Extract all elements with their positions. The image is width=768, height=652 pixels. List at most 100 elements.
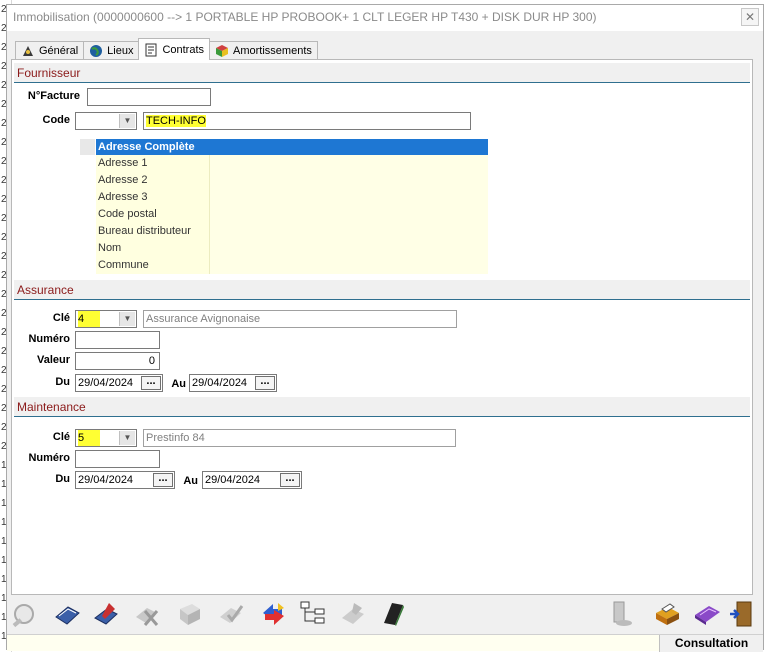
maintenance-number-field[interactable] <box>75 450 160 468</box>
maintenance-from-date[interactable]: 29/04/2024 ... <box>75 471 175 489</box>
check-icon <box>216 599 246 632</box>
address-row-value[interactable] <box>210 223 488 240</box>
status-bar: Consultation <box>7 634 763 652</box>
print-button[interactable] <box>651 599 683 631</box>
table-row[interactable]: Code postal <box>80 206 488 223</box>
tree-icon <box>298 599 328 632</box>
computer-button[interactable] <box>605 599 637 631</box>
maintenance-name-field: Prestinfo 84 <box>143 429 456 447</box>
insurance-to-date[interactable]: 29/04/2024 ... <box>189 374 277 392</box>
maintenance-from-date-value: 29/04/2024 <box>78 474 134 486</box>
address-row-label: Adresse 3 <box>96 189 210 206</box>
insurance-key-label: Clé <box>52 312 70 324</box>
refresh-icon <box>258 599 288 632</box>
table-row[interactable]: Commune <box>80 257 488 274</box>
supplier-name: TECH-INFO <box>146 115 206 127</box>
sign-button[interactable] <box>337 599 369 631</box>
header-corner <box>80 139 96 155</box>
purple-folder-icon <box>692 599 722 632</box>
close-button[interactable]: ✕ <box>741 8 759 26</box>
contrats-panel: Fournisseur N°Facture Code ▼ TECH-INFO A… <box>11 59 753 595</box>
globe-icon <box>89 44 103 58</box>
exit-door-icon <box>728 599 758 632</box>
window-title: Immobilisation (0000000600 --> 1 PORTABL… <box>13 10 597 24</box>
insurance-number-field[interactable] <box>75 331 160 349</box>
title-bar: Immobilisation (0000000600 --> 1 PORTABL… <box>7 5 763 31</box>
table-row[interactable]: Adresse 1 <box>80 155 488 172</box>
delete-record-button[interactable] <box>131 599 163 631</box>
general-icon <box>21 44 35 58</box>
table-row[interactable]: Nom <box>80 240 488 257</box>
table-row[interactable]: Adresse 3 <box>80 189 488 206</box>
table-row[interactable]: Bureau distributeur <box>80 223 488 240</box>
chevron-down-icon[interactable]: ▼ <box>119 312 135 326</box>
maintenance-key-value: 5 <box>78 430 101 446</box>
address-row-value[interactable] <box>210 189 488 206</box>
status-mode: Consultation <box>659 635 763 652</box>
tab-label: Lieux <box>107 45 134 57</box>
tree-view-button[interactable] <box>297 599 329 631</box>
exit-button[interactable] <box>727 599 759 631</box>
address-row-value[interactable] <box>210 172 488 189</box>
address-row-label: Bureau distributeur <box>96 223 210 240</box>
address-table-header: Adresse Complète <box>80 139 488 155</box>
tab-amortissements[interactable]: Amortissements <box>209 41 318 60</box>
address-header-label: Adresse Complète <box>98 141 195 153</box>
maintenance-key-combo[interactable]: 5 ▼ <box>75 429 137 447</box>
refresh-button[interactable] <box>257 599 289 631</box>
supplier-code-combo[interactable]: ▼ <box>75 112 137 130</box>
tab-strip: Général Lieux Contrats Amortissements <box>15 38 318 60</box>
address-row-value[interactable] <box>210 206 488 223</box>
chevron-down-icon[interactable]: ▼ <box>119 114 135 128</box>
address-row-value[interactable] <box>210 257 488 274</box>
stamp-icon <box>338 599 368 632</box>
maintenance-to-label: Au <box>183 475 198 487</box>
insurance-value-field[interactable]: 0 <box>75 352 160 370</box>
address-row-label: Adresse 1 <box>96 155 210 172</box>
archive-button[interactable] <box>173 599 205 631</box>
insurance-key-combo[interactable]: 4 ▼ <box>75 310 137 328</box>
insurance-name-field: Assurance Avignonaise <box>143 310 457 328</box>
maintenance-key-label: Clé <box>52 431 70 443</box>
address-row-label: Adresse 2 <box>96 172 210 189</box>
insurance-from-date[interactable]: 29/04/2024 ... <box>75 374 163 392</box>
tab-contrats[interactable]: Contrats <box>138 38 211 60</box>
invoice-number-field[interactable] <box>87 88 211 106</box>
insurance-from-date-value: 29/04/2024 <box>78 377 134 389</box>
calendar-button[interactable]: ... <box>153 473 173 487</box>
calendar-button[interactable]: ... <box>280 473 300 487</box>
address-row-label: Nom <box>96 240 210 257</box>
calendar-button[interactable]: ... <box>255 376 275 390</box>
tab-lieux[interactable]: Lieux <box>83 41 140 60</box>
address-row-value[interactable] <box>210 240 488 257</box>
maintenance-number-label: Numéro <box>28 452 70 464</box>
fournisseur-section-header: Fournisseur <box>14 63 750 83</box>
invoice-label: N°Facture <box>27 90 80 102</box>
book-button[interactable] <box>377 599 409 631</box>
tab-general[interactable]: Général <box>15 41 85 60</box>
pen-notebook-icon <box>92 599 122 632</box>
validate-button[interactable] <box>215 599 247 631</box>
export-button[interactable] <box>691 599 723 631</box>
notebook-icon <box>52 599 82 632</box>
maintenance-to-date[interactable]: 29/04/2024 ... <box>202 471 302 489</box>
maintenance-to-date-value: 29/04/2024 <box>205 474 261 486</box>
edit-record-button[interactable] <box>91 599 123 631</box>
printer-icon <box>652 599 682 632</box>
insurance-from-label: Du <box>55 376 70 388</box>
insurance-value-label: Valeur <box>36 354 70 366</box>
address-row-label: Code postal <box>96 206 210 223</box>
calendar-button[interactable]: ... <box>141 376 161 390</box>
view-record-button[interactable] <box>51 599 83 631</box>
tab-label: Amortissements <box>233 45 312 57</box>
tab-label: Contrats <box>162 43 205 56</box>
insurance-key-value: 4 <box>78 311 101 327</box>
section-title: Fournisseur <box>17 66 81 80</box>
chevron-down-icon[interactable]: ▼ <box>119 431 135 445</box>
delete-icon <box>132 599 162 632</box>
search-button[interactable] <box>9 599 41 631</box>
address-row-value[interactable] <box>210 155 488 172</box>
insurance-to-label: Au <box>171 378 186 390</box>
table-row[interactable]: Adresse 2 <box>80 172 488 189</box>
insurance-number-label: Numéro <box>28 333 70 345</box>
